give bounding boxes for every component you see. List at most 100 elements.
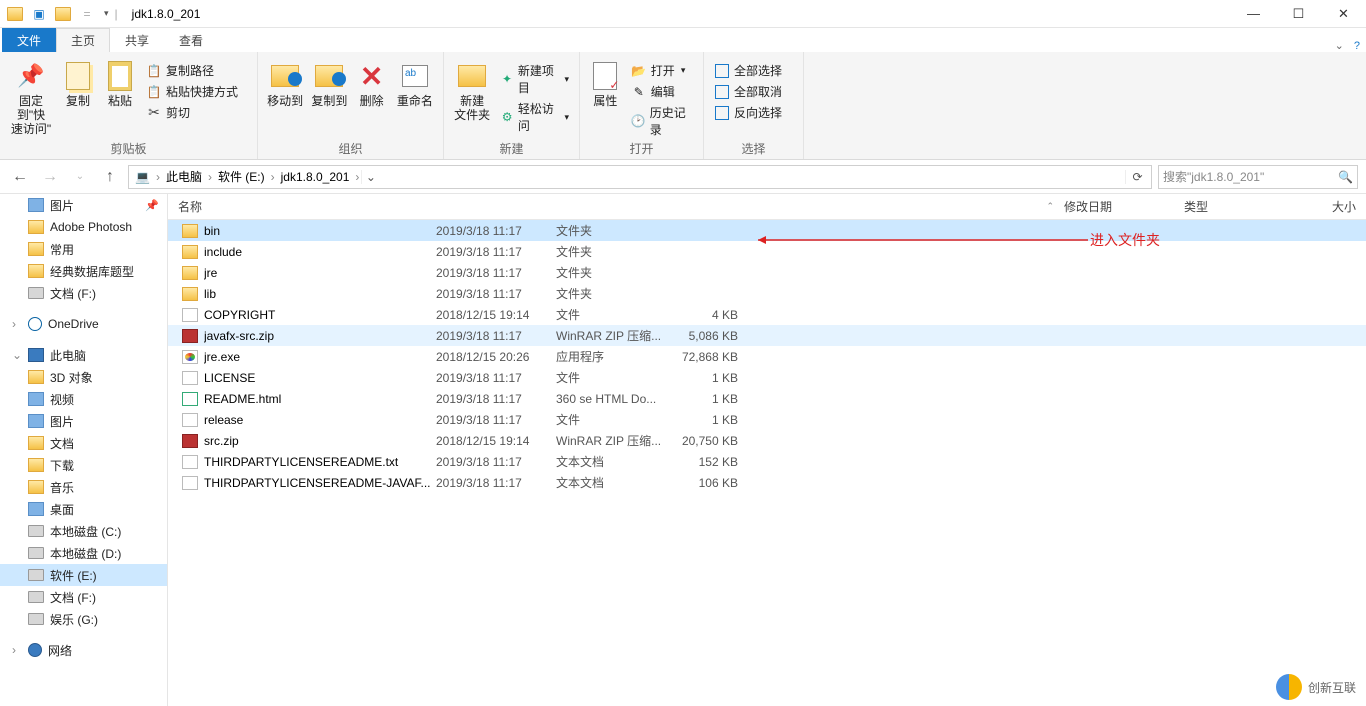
close-button[interactable]: ✕ [1321, 0, 1366, 28]
col-date[interactable]: 修改日期 [1054, 198, 1174, 215]
qat-dropdown-icon[interactable]: ▾ [104, 8, 109, 19]
chevron-right-icon[interactable]: › [206, 170, 214, 184]
col-type[interactable]: 类型 [1174, 198, 1290, 215]
new-folder-button[interactable]: 新建 文件夹 [450, 56, 494, 122]
new-item-button[interactable]: ✦新建项目▾ [496, 60, 573, 98]
properties-button[interactable]: 属性 [586, 56, 625, 108]
back-button[interactable]: ← [8, 165, 32, 189]
new-folder-icon[interactable] [52, 3, 74, 25]
file-row[interactable]: lib2019/3/18 11:17文件夹 [168, 283, 1366, 304]
file-row[interactable]: THIRDPARTYLICENSEREADME-JAVAF...2019/3/1… [168, 472, 1366, 493]
recent-dropdown[interactable]: ⌄ [68, 165, 92, 189]
paste-shortcut-button[interactable]: 📋粘贴快捷方式 [142, 81, 242, 102]
breadcrumb-drive[interactable]: 软件 (E:) [214, 166, 269, 188]
tab-home[interactable]: 主页 [56, 28, 110, 52]
tab-share[interactable]: 共享 [110, 28, 164, 52]
tree-item[interactable]: Adobe Photosh [0, 216, 167, 238]
breadcrumb-thispc[interactable]: 此电脑 [162, 166, 206, 188]
file-date: 2018/12/15 19:14 [436, 434, 556, 448]
open-button[interactable]: 📂打开▾ [627, 60, 697, 81]
tree-item[interactable]: 此电脑 [0, 344, 167, 366]
tree-item[interactable]: 3D 对象 [0, 366, 167, 388]
ribbon-collapse-icon[interactable]: ⌄ [1335, 39, 1344, 52]
folder-icon[interactable] [4, 3, 26, 25]
tree-item[interactable]: 桌面 [0, 498, 167, 520]
select-none-button[interactable]: 全部取消 [710, 81, 786, 102]
col-name[interactable]: 名称 [168, 198, 428, 215]
chevron-right-icon[interactable]: › [353, 170, 361, 184]
up-button[interactable]: ↑ [98, 165, 122, 189]
tree-item[interactable]: 软件 (E:) [0, 564, 167, 586]
tree-item[interactable]: 常用 [0, 238, 167, 260]
tree-item[interactable]: 视频 [0, 388, 167, 410]
file-row[interactable]: jre.exe2018/12/15 20:26应用程序72,868 KB [168, 346, 1366, 367]
tree-item[interactable]: 文档 (F:) [0, 282, 167, 304]
folder-icon [28, 220, 44, 234]
breadcrumb-folder[interactable]: jdk1.8.0_201 [277, 166, 354, 188]
address-bar[interactable]: 💻 › 此电脑 › 软件 (E:) › jdk1.8.0_201 › ⌄ ⟳ [128, 165, 1152, 189]
pc-icon[interactable]: 💻 [131, 166, 154, 188]
file-list-header[interactable]: 名称 ⌃ 修改日期 类型 大小 [168, 194, 1366, 220]
file-row[interactable]: src.zip2018/12/15 19:14WinRAR ZIP 压缩...2… [168, 430, 1366, 451]
tree-item[interactable]: 经典数据库题型 [0, 260, 167, 282]
group-label-open: 打开 [580, 140, 703, 159]
easy-access-button[interactable]: ⚙轻松访问▾ [496, 98, 573, 136]
pin-to-quick-access-button[interactable]: 📌 固定到"快 速访问" [6, 56, 56, 136]
file-size: 4 KB [672, 308, 748, 322]
group-organize: 移动到 复制到 ✕ 删除 重命名 组织 [258, 52, 444, 159]
file-row[interactable]: release2019/3/18 11:17文件1 KB [168, 409, 1366, 430]
tree-item[interactable]: 文档 (F:) [0, 586, 167, 608]
chevron-right-icon[interactable]: › [154, 170, 162, 184]
file-size: 20,750 KB [672, 434, 748, 448]
refresh-button[interactable]: ⟳ [1125, 170, 1149, 184]
forward-button[interactable]: → [38, 165, 62, 189]
tree-item[interactable]: 图片 [0, 410, 167, 432]
maximize-button[interactable]: ☐ [1276, 0, 1321, 28]
file-row[interactable]: javafx-src.zip2019/3/18 11:17WinRAR ZIP … [168, 325, 1366, 346]
file-row[interactable]: README.html2019/3/18 11:17360 se HTML Do… [168, 388, 1366, 409]
drive-icon [28, 569, 44, 581]
tree-item[interactable]: 本地磁盘 (C:) [0, 520, 167, 542]
edit-button[interactable]: ✎编辑 [627, 81, 697, 102]
copy-button[interactable]: 复制 [58, 56, 98, 108]
tree-item[interactable]: 图片📌 [0, 194, 167, 216]
file-list[interactable]: 名称 ⌃ 修改日期 类型 大小 bin2019/3/18 11:17文件夹inc… [168, 194, 1366, 706]
navigation-tree[interactable]: 图片📌Adobe Photosh常用经典数据库题型文档 (F:) OneDrive… [0, 194, 168, 706]
paste-button[interactable]: 粘贴 [100, 56, 140, 108]
file-row[interactable]: THIRDPARTYLICENSEREADME.txt2019/3/18 11:… [168, 451, 1366, 472]
minimize-button[interactable]: — [1231, 0, 1276, 28]
rename-icon [402, 65, 428, 87]
tab-file[interactable]: 文件 [2, 28, 56, 52]
tree-item[interactable]: 下载 [0, 454, 167, 476]
file-row[interactable]: bin2019/3/18 11:17文件夹 [168, 220, 1366, 241]
tree-item[interactable]: 音乐 [0, 476, 167, 498]
file-date: 2019/3/18 11:17 [436, 287, 556, 301]
file-row[interactable]: jre2019/3/18 11:17文件夹 [168, 262, 1366, 283]
tree-item[interactable]: 本地磁盘 (D:) [0, 542, 167, 564]
file-row[interactable]: include2019/3/18 11:17文件夹 [168, 241, 1366, 262]
cut-button[interactable]: ✂剪切 [142, 102, 242, 123]
help-icon[interactable]: ? [1354, 40, 1360, 52]
tree-item[interactable]: 网络 [0, 639, 167, 661]
search-icon[interactable]: 🔍 [1338, 170, 1353, 184]
history-button[interactable]: 🕑历史记录 [627, 102, 697, 140]
tab-view[interactable]: 查看 [164, 28, 218, 52]
invert-selection-button[interactable]: 反向选择 [710, 102, 786, 123]
tree-item-label: 文档 [50, 435, 74, 452]
copy-to-button[interactable]: 复制到 [308, 56, 350, 108]
tree-item[interactable]: 文档 [0, 432, 167, 454]
tree-item[interactable]: OneDrive [0, 313, 167, 335]
chevron-right-icon[interactable]: › [269, 170, 277, 184]
col-size[interactable]: 大小 [1290, 198, 1366, 215]
delete-button[interactable]: ✕ 删除 [352, 56, 390, 108]
properties-icon[interactable]: ▣ [28, 3, 50, 25]
rename-button[interactable]: 重命名 [393, 56, 437, 108]
tree-item[interactable]: 娱乐 (G:) [0, 608, 167, 630]
file-row[interactable]: LICENSE2019/3/18 11:17文件1 KB [168, 367, 1366, 388]
move-to-button[interactable]: 移动到 [264, 56, 306, 108]
select-all-button[interactable]: 全部选择 [710, 60, 786, 81]
address-dropdown[interactable]: ⌄ [361, 170, 379, 184]
copy-path-button[interactable]: 📋复制路径 [142, 60, 242, 81]
search-box[interactable]: 搜索"jdk1.8.0_201" 🔍 [1158, 165, 1358, 189]
file-row[interactable]: COPYRIGHT2018/12/15 19:14文件4 KB [168, 304, 1366, 325]
